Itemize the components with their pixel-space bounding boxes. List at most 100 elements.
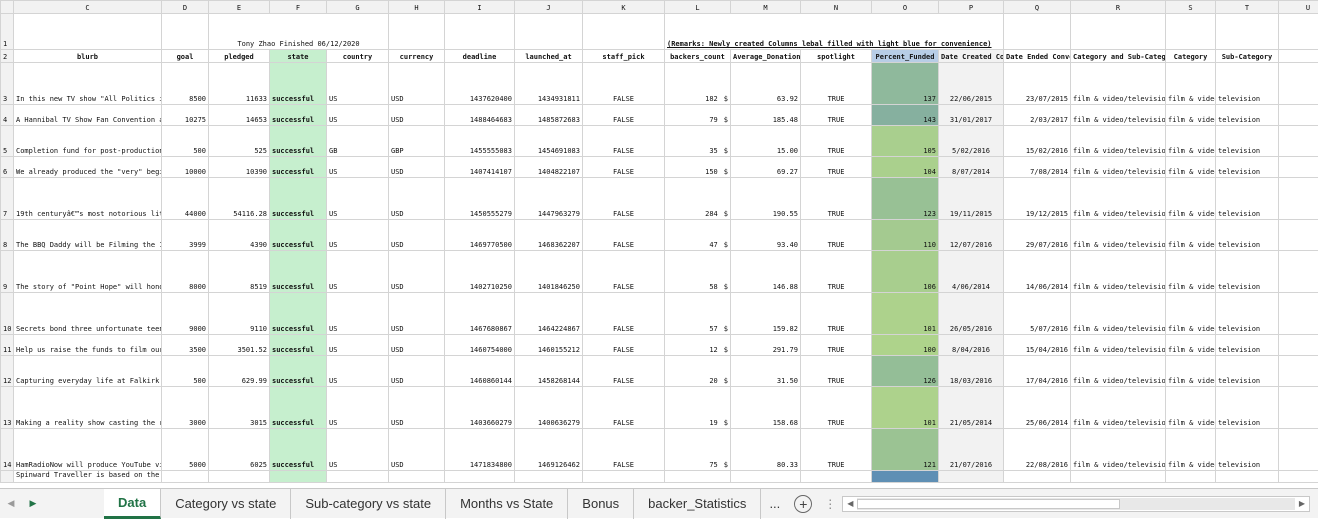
staff-pick-cell[interactable]: FALSE [583,387,665,429]
pledged-cell[interactable]: 8519 [209,251,270,293]
subcategory-cell[interactable]: television [1216,293,1279,335]
subcategory-cell[interactable]: television [1216,429,1279,471]
date-created-cell[interactable]: 22/06/2015 [939,63,1004,105]
column-header-l[interactable]: L [665,1,731,14]
blurb-cell[interactable]: Spinward Traveller is based on the [14,471,162,483]
scrollbar-thumb[interactable] [857,499,1120,509]
average-donation-cell[interactable]: 291.79 [731,335,801,356]
goal-cell[interactable]: 500 [162,356,209,387]
goal-cell[interactable]: 10275 [162,105,209,126]
date-created-cell[interactable]: 18/03/2016 [939,356,1004,387]
cell[interactable] [1279,429,1318,471]
launched-at-cell[interactable]: 1464224867 [515,293,583,335]
header-state[interactable]: state [270,50,327,63]
category-cell[interactable]: film & video [1166,251,1216,293]
subcategory-cell[interactable]: television [1216,126,1279,157]
date-ended-cell[interactable]: 22/08/2016 [1004,429,1071,471]
header-average-donation[interactable]: Average_Donation [731,50,801,63]
country-cell[interactable]: US [327,251,389,293]
state-cell[interactable]: successful [270,335,327,356]
row-number[interactable]: 2 [1,50,14,63]
select-all-corner[interactable] [1,1,14,14]
category-cell[interactable]: film & video [1166,335,1216,356]
cell[interactable] [389,14,445,50]
spotlight-cell[interactable]: TRUE [801,251,872,293]
row-number[interactable] [1,471,14,483]
date-created-cell[interactable]: 21/05/2014 [939,387,1004,429]
percent-funded-cell[interactable] [872,471,939,483]
column-header-q[interactable]: Q [1004,1,1071,14]
tab-months-vs-state[interactable]: Months vs State [446,489,568,519]
blurb-cell[interactable]: Completion fund for post-production for … [14,126,162,157]
blurb-cell[interactable]: The BBQ Daddy will be Filming the 1st ep… [14,220,162,251]
launched-at-cell[interactable]: 1400636279 [515,387,583,429]
row-number[interactable]: 5 [1,126,14,157]
subcategory-cell[interactable]: television [1216,387,1279,429]
date-ended-cell[interactable]: 14/06/2014 [1004,251,1071,293]
country-cell[interactable]: US [327,429,389,471]
column-header-r[interactable]: R [1071,1,1166,14]
header-currency[interactable]: currency [389,50,445,63]
category-subcategory-cell[interactable]: film & video/television [1071,105,1166,126]
backers-count-cell[interactable]: 58$ [665,251,731,293]
category-subcategory-cell[interactable]: film & video/television [1071,157,1166,178]
goal-cell[interactable]: 500 [162,126,209,157]
date-created-cell[interactable]: 4/06/2014 [939,251,1004,293]
blurb-cell[interactable]: 19th centuryâ€™s most notorious literary… [14,178,162,220]
cell[interactable] [1279,50,1318,63]
currency-cell[interactable]: USD [389,251,445,293]
cell[interactable] [1279,471,1318,483]
blurb-cell[interactable]: Making a reality show casting the real e… [14,387,162,429]
country-cell[interactable]: US [327,220,389,251]
spotlight-cell[interactable]: TRUE [801,157,872,178]
country-cell[interactable]: US [327,387,389,429]
pledged-cell[interactable]: 11633 [209,63,270,105]
launched-at-cell[interactable]: 1458268144 [515,356,583,387]
country-cell[interactable]: US [327,293,389,335]
header-country[interactable]: country [327,50,389,63]
pledged-cell[interactable]: 525 [209,126,270,157]
cell[interactable] [327,471,389,483]
cell[interactable] [1279,126,1318,157]
cell[interactable] [1166,14,1216,50]
currency-cell[interactable]: USD [389,220,445,251]
cell[interactable] [209,471,270,483]
subcategory-cell[interactable]: television [1216,157,1279,178]
column-header-t[interactable]: T [1216,1,1279,14]
goal-cell[interactable]: 3500 [162,335,209,356]
percent-funded-cell[interactable]: 143 [872,105,939,126]
row-number[interactable]: 12 [1,356,14,387]
cell[interactable] [1279,293,1318,335]
pledged-cell[interactable]: 9110 [209,293,270,335]
subcategory-cell[interactable]: television [1216,356,1279,387]
row-number[interactable]: 8 [1,220,14,251]
row-number[interactable]: 6 [1,157,14,178]
staff-pick-cell[interactable]: FALSE [583,105,665,126]
cell[interactable] [1279,335,1318,356]
state-cell[interactable]: successful [270,251,327,293]
currency-cell[interactable]: USD [389,157,445,178]
average-donation-cell[interactable]: 69.27 [731,157,801,178]
tab-bonus[interactable]: Bonus [568,489,634,519]
date-created-cell[interactable]: 21/07/2016 [939,429,1004,471]
date-created-cell[interactable]: 5/02/2016 [939,126,1004,157]
cell[interactable] [1279,157,1318,178]
percent-funded-cell[interactable]: 110 [872,220,939,251]
column-header-m[interactable]: M [731,1,801,14]
percent-funded-cell[interactable]: 101 [872,387,939,429]
scroll-tabs-right-icon[interactable]: ▶ [22,489,44,519]
date-ended-cell[interactable]: 25/06/2014 [1004,387,1071,429]
goal-cell[interactable]: 3000 [162,387,209,429]
blurb-cell[interactable]: HamRadioNow will produce YouTube video o… [14,429,162,471]
spotlight-cell[interactable]: TRUE [801,126,872,157]
average-donation-cell[interactable]: 80.33 [731,429,801,471]
tab-sub-category-vs-state[interactable]: Sub-category vs state [291,489,446,519]
subcategory-cell[interactable]: television [1216,220,1279,251]
scrollbar-track[interactable] [857,498,1295,510]
date-ended-cell[interactable]: 19/12/2015 [1004,178,1071,220]
staff-pick-cell[interactable]: FALSE [583,293,665,335]
column-header-k[interactable]: K [583,1,665,14]
pledged-cell[interactable]: 6025 [209,429,270,471]
backers-count-cell[interactable]: 20$ [665,356,731,387]
category-cell[interactable]: film & video [1166,105,1216,126]
